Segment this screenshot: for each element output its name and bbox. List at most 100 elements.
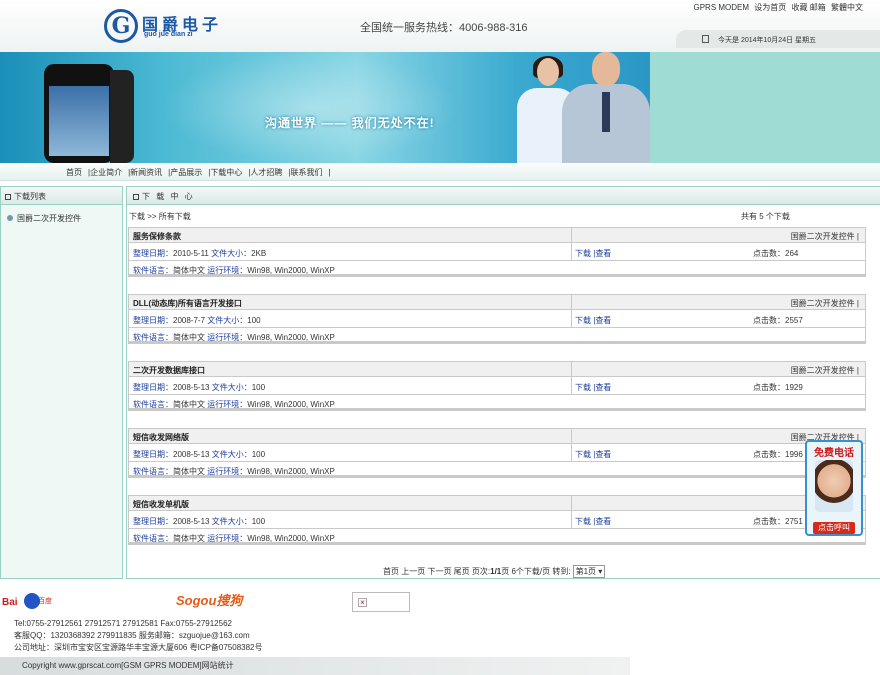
nav-careers[interactable]: 人才招聘 bbox=[250, 168, 282, 177]
nav-downloads[interactable]: 下载中心 bbox=[210, 168, 242, 177]
main-nav: 首页 |企业简介 |新闻资讯 |产品展示 |下载中心 |人才招聘 |联系我们 | bbox=[0, 163, 880, 181]
view-link[interactable]: 查看 bbox=[595, 450, 611, 459]
record-category[interactable]: 国爵二次开发控件 | bbox=[791, 298, 859, 309]
man-figure bbox=[562, 52, 650, 163]
sidebar: 下载列表 国爵二次开发控件 bbox=[0, 186, 123, 579]
nav-contact[interactable]: 联系我们 bbox=[290, 168, 322, 177]
record-env-row: 软件语言：简体中文 运行环境：Win98, Win2000, WinXP bbox=[133, 332, 335, 343]
banner-image: 沟通世界 —— 我们无处不在! bbox=[0, 52, 650, 163]
free-call-widget: 免费电话 点击呼叫 bbox=[805, 440, 863, 536]
record-title-row: 短信收发单机版国爵 bbox=[129, 496, 865, 511]
nav-about[interactable]: 企业简介 bbox=[90, 168, 122, 177]
current-date: 今天是 2014年10月24日 星期五 bbox=[718, 37, 817, 44]
size-label: 文件大小： bbox=[211, 450, 252, 459]
smartphone-side-image bbox=[110, 70, 134, 163]
record-title-row: 二次开发数据库接口 国爵二次开发控件 | bbox=[129, 362, 865, 377]
footer-info: Tel:0755-27912561 27912571 27912581 Fax:… bbox=[14, 618, 263, 654]
hits-label: 点击数： bbox=[753, 316, 785, 325]
record-size: 100 bbox=[247, 316, 261, 325]
top-links: GPRS MODEM 设为首页 收藏 邮箱 繁體中文 bbox=[691, 2, 864, 13]
download-link[interactable]: 下载 bbox=[575, 450, 591, 459]
pagination: 首页 上一页 下一页 尾页 页次:1/1页 6个下载/页 转到: 第1页 ▾ bbox=[383, 565, 606, 578]
record-name[interactable]: 服务保修条款 bbox=[133, 231, 181, 242]
nav-news[interactable]: 新闻资讯 bbox=[130, 168, 162, 177]
pager-links[interactable]: 首页 上一页 下一页 尾页 页次: bbox=[383, 567, 490, 576]
record-name[interactable]: 二次开发数据库接口 bbox=[133, 365, 205, 376]
page-select[interactable]: 第1页 ▾ bbox=[572, 565, 606, 578]
baidu-logo[interactable]: Bai 百度 bbox=[2, 593, 60, 613]
view-link[interactable]: 查看 bbox=[595, 517, 611, 526]
record-hits: 1929 bbox=[785, 383, 803, 392]
download-link[interactable]: 下载 bbox=[575, 249, 591, 258]
view-link[interactable]: 查看 bbox=[595, 383, 611, 392]
date-label: 整理日期： bbox=[133, 316, 173, 325]
record-lang: 简体中文 bbox=[173, 467, 205, 476]
download-record: 二次开发数据库接口 国爵二次开发控件 | 整理日期：2008-5-13 文件大小：1… bbox=[128, 361, 866, 411]
lang-label: 软件语言： bbox=[133, 400, 173, 409]
record-name[interactable]: 短信收发单机版 bbox=[133, 499, 189, 510]
record-name[interactable]: 短信收发网络版 bbox=[133, 432, 189, 443]
breadcrumb[interactable]: 下载 >> 所有下载 bbox=[129, 211, 191, 222]
footer-tel: Tel:0755-27912561 27912571 27912581 Fax:… bbox=[14, 619, 232, 628]
broken-image-icon: × bbox=[358, 598, 367, 607]
sidebar-item-dev-controls[interactable]: 国爵二次开发控件 bbox=[1, 205, 122, 224]
free-call-title: 免费电话 bbox=[814, 448, 854, 459]
date-label: 整理日期： bbox=[133, 383, 173, 392]
record-date: 2008-5-13 bbox=[173, 517, 210, 526]
download-link[interactable]: 下载 bbox=[575, 383, 591, 392]
record-date: 2008-7-7 bbox=[173, 316, 206, 325]
date-label: 整理日期： bbox=[133, 249, 173, 258]
record-meta-row: 整理日期：2008-5-13 文件大小：100 下载 |查看 点击数：2751 bbox=[129, 511, 865, 529]
record-hits: 2557 bbox=[785, 316, 803, 325]
record-hits: 1996 bbox=[785, 450, 803, 459]
folder-icon bbox=[133, 194, 139, 200]
record-meta-row: 整理日期：2008-5-13 文件大小：100 下载 |查看 点击数：1929 bbox=[129, 377, 865, 395]
record-date: 2008-5-13 bbox=[173, 383, 210, 392]
record-env-row: 软件语言：简体中文 运行环境：Win98, Win2000, WinXP bbox=[133, 265, 335, 276]
size-label: 文件大小： bbox=[211, 383, 252, 392]
click-to-call-button[interactable]: 点击呼叫 bbox=[813, 522, 855, 534]
download-count: 共有 5 个下载 bbox=[741, 212, 790, 221]
view-link[interactable]: 查看 bbox=[595, 249, 611, 258]
record-date: 2010-5-11 bbox=[173, 249, 209, 258]
record-env: Win98, Win2000, WinXP bbox=[247, 534, 335, 543]
date-label: 整理日期： bbox=[133, 450, 173, 459]
record-size: 100 bbox=[251, 517, 266, 526]
calendar-icon bbox=[702, 35, 709, 43]
record-lang: 简体中文 bbox=[173, 534, 205, 543]
footer-address: 公司地址：深圳市宝安区宝源路华丰宝源大厦606 粤ICP备07508382号 bbox=[14, 643, 263, 652]
lang-label: 软件语言： bbox=[133, 266, 173, 275]
hits-label: 点击数： bbox=[753, 450, 785, 459]
record-title-row: 服务保修条款 国爵二次开发控件 | bbox=[129, 228, 865, 243]
record-env: Win98, Win2000, WinXP bbox=[247, 467, 335, 476]
bullet-icon bbox=[7, 215, 13, 221]
record-size: 2KB bbox=[251, 249, 267, 258]
top-link-bookmark[interactable]: 收藏 bbox=[792, 3, 808, 12]
nav-products[interactable]: 产品展示 bbox=[170, 168, 202, 177]
download-link[interactable]: 下载 bbox=[575, 517, 591, 526]
top-link-gprs-modem[interactable]: GPRS MODEM bbox=[694, 3, 750, 12]
record-env-row: 软件语言：简体中文 运行环境：Win98, Win2000, WinXP bbox=[133, 466, 335, 477]
sidebar-item-label: 国爵二次开发控件 bbox=[17, 214, 81, 223]
record-name[interactable]: DLL(动态库)所有语言开发接口 bbox=[133, 298, 242, 309]
page-indicator: 1/1 bbox=[490, 567, 502, 576]
top-link-set-homepage[interactable]: 设为首页 bbox=[754, 3, 786, 12]
view-link[interactable]: 查看 bbox=[595, 316, 611, 325]
nav-home[interactable]: 首页 bbox=[66, 168, 82, 177]
top-link-traditional-chinese[interactable]: 繁體中文 bbox=[831, 3, 863, 12]
record-category[interactable]: 国爵二次开发控件 | bbox=[791, 365, 859, 376]
sogou-logo[interactable]: Sogou搜狗 bbox=[176, 590, 242, 609]
env-label: 运行环境： bbox=[207, 266, 248, 275]
top-link-mailbox[interactable]: 邮箱 bbox=[810, 3, 826, 12]
folder-icon bbox=[5, 194, 11, 200]
record-hits: 2751 bbox=[785, 517, 803, 526]
site-logo[interactable]: G 国爵电子 guo jue dian zi bbox=[104, 9, 234, 43]
download-link[interactable]: 下载 bbox=[575, 316, 591, 325]
hits-label: 点击数： bbox=[753, 249, 785, 258]
record-size: 100 bbox=[251, 383, 266, 392]
record-env-row: 软件语言：简体中文 运行环境：Win98, Win2000, WinXP bbox=[133, 533, 335, 544]
smartphone-image bbox=[44, 64, 114, 163]
size-label: 文件大小： bbox=[211, 517, 252, 526]
size-label: 文件大小： bbox=[207, 316, 248, 325]
record-category[interactable]: 国爵二次开发控件 | bbox=[791, 231, 859, 242]
